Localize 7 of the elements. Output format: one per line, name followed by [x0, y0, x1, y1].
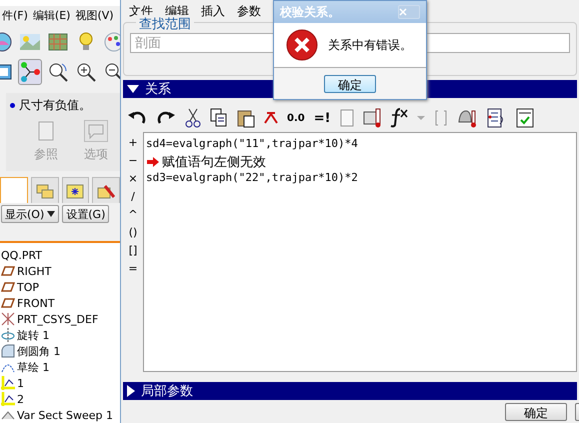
- code-line: sd3=evalgraph("22",trajpar*10)*2: [146, 171, 359, 186]
- status-message: 尺寸有负值。: [19, 97, 91, 114]
- error-message: 赋值语句左侧无效: [162, 154, 266, 170]
- code-line: sd4=evalgraph("11",trajpar*10)*4: [146, 137, 359, 152]
- dialog-message: 关系中有错误。: [328, 36, 412, 54]
- group-title: 查找范围: [136, 15, 194, 33]
- dialog-title: 校验关系。: [280, 4, 340, 20]
